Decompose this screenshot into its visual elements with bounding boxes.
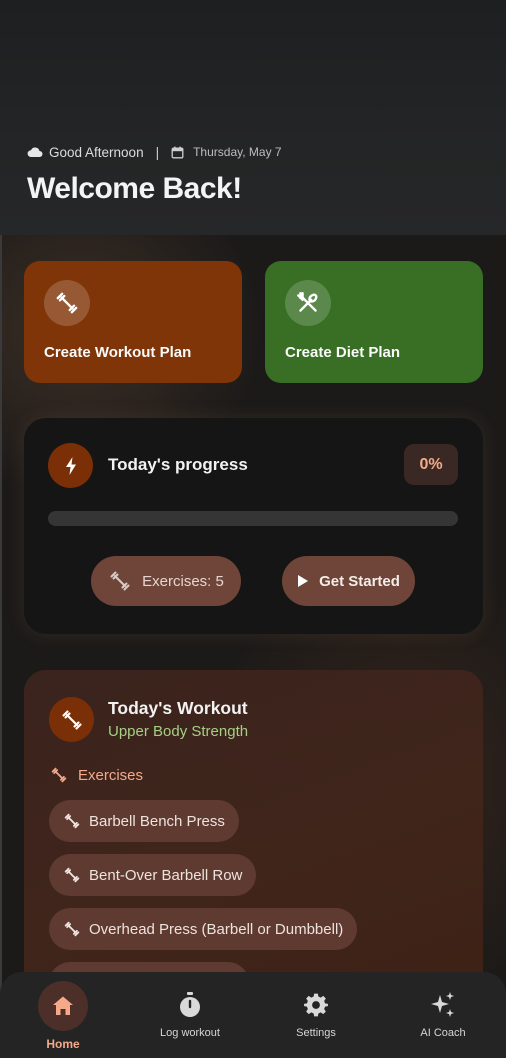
sparkle-icon: [428, 990, 458, 1020]
play-icon: [297, 574, 309, 588]
dumbbell-icon: [50, 766, 68, 784]
nav-home[interactable]: Home: [0, 972, 126, 1058]
nav-settings[interactable]: Settings: [253, 972, 379, 1058]
home-icon: [38, 981, 88, 1031]
workout-subtitle: Upper Body Strength: [108, 723, 249, 740]
dumbbell-icon: [63, 866, 81, 884]
exercise-chip[interactable]: Overhead Press (Barbell or Dumbbell): [49, 908, 358, 950]
progress-card: Today's progress 0% Exercises: 5 Get Sta…: [24, 418, 483, 634]
progress-title: Today's progress: [108, 455, 248, 474]
create-diet-plan-button[interactable]: Create Diet Plan: [265, 261, 483, 383]
fork-spoon-icon: [285, 280, 331, 326]
bottom-navigation: Home Log workout Settings AI Coach: [0, 972, 506, 1058]
exercises-count-label: Exercises: 5: [142, 572, 224, 590]
exercise-chip[interactable]: Bent-Over Barbell Row: [49, 854, 257, 896]
exercise-chip[interactable]: Barbell Bench Press: [49, 800, 239, 842]
nav-settings-label: Settings: [296, 1027, 336, 1039]
exercise-chip-label: Barbell Bench Press: [89, 812, 225, 830]
workout-title: Today's Workout: [108, 698, 248, 718]
nav-ai-coach[interactable]: AI Coach: [380, 972, 506, 1058]
dumbbell-icon: [63, 812, 81, 830]
gear-icon: [301, 990, 331, 1020]
dumbbell-icon: [63, 920, 81, 938]
calendar-icon: [171, 145, 187, 159]
create-workout-plan-label: Create Workout Plan: [44, 344, 192, 361]
exercises-heading-label: Exercises: [78, 766, 144, 784]
exercise-chip-label: Bent-Over Barbell Row: [89, 866, 243, 884]
nav-ai-coach-label: AI Coach: [420, 1027, 466, 1039]
nav-log-workout[interactable]: Log workout: [127, 972, 253, 1058]
exercises-count-button[interactable]: Exercises: 5: [91, 556, 241, 606]
greeting-text: Good Afternoon: [49, 144, 144, 160]
header: Good Afternoon | Thursday, May 7 Welcome…: [0, 0, 506, 235]
greeting-row: Good Afternoon | Thursday, May 7: [27, 143, 282, 161]
stopwatch-icon: [175, 990, 205, 1020]
nav-home-label: Home: [46, 1037, 80, 1051]
progress-percent-badge: 0%: [404, 444, 458, 485]
progress-bar: [48, 511, 458, 526]
dumbbell-icon: [49, 697, 94, 742]
greeting-separator: |: [155, 144, 160, 160]
get-started-label: Get Started: [319, 572, 400, 590]
create-diet-plan-label: Create Diet Plan: [285, 344, 401, 361]
page-title: Welcome Back!: [27, 172, 242, 205]
app-screen: Good Afternoon | Thursday, May 7 Welcome…: [0, 0, 506, 1058]
exercises-heading: Exercises: [50, 766, 143, 784]
nav-log-workout-label: Log workout: [160, 1027, 220, 1039]
dumbbell-icon: [44, 280, 90, 326]
cloud-icon: [27, 145, 43, 159]
bolt-icon: [48, 443, 93, 488]
exercise-chip-label: Overhead Press (Barbell or Dumbbell): [89, 920, 344, 938]
dumbbell-icon: [108, 569, 132, 593]
get-started-button[interactable]: Get Started: [282, 556, 415, 606]
create-workout-plan-button[interactable]: Create Workout Plan: [24, 261, 242, 383]
date-text: Thursday, May 7: [193, 145, 282, 159]
